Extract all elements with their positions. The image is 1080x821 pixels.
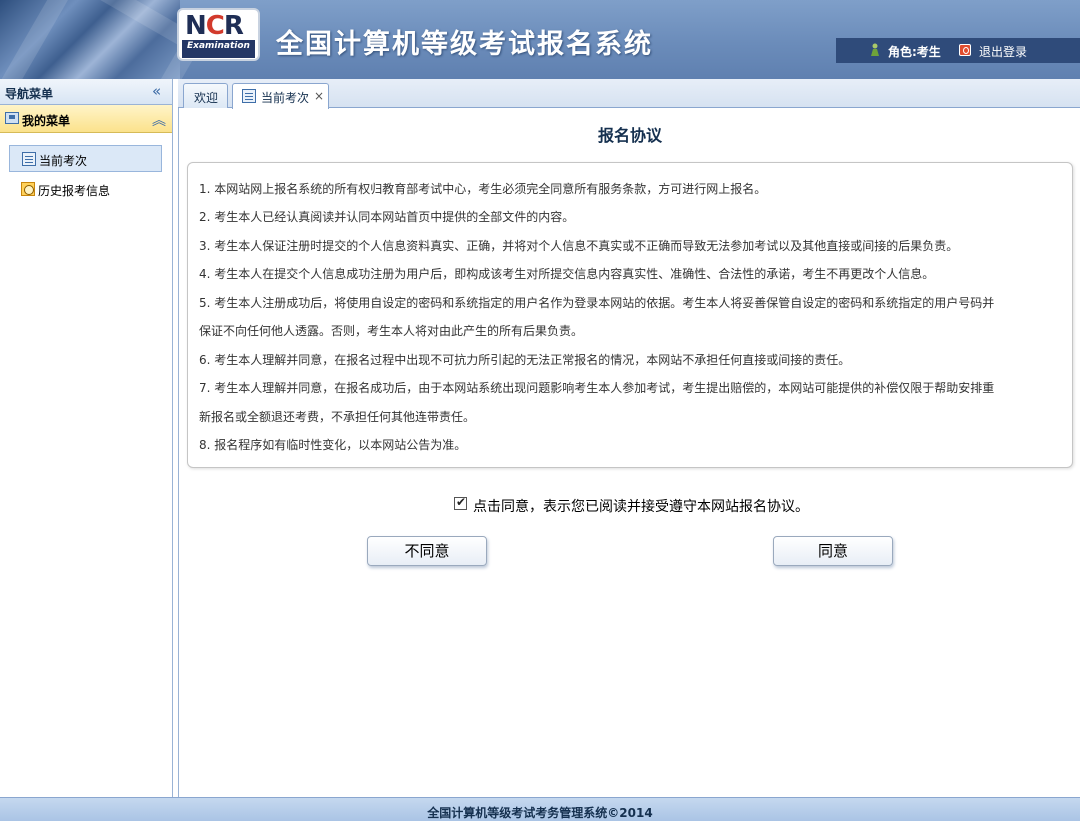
agree-checkbox[interactable]: ✔ bbox=[454, 495, 467, 510]
user-bar: 角色:考生 退出登录 bbox=[836, 38, 1080, 63]
agreement-box: 1. 本网站网上报名系统的所有权归教育部考试中心，考生必须完全同意所有服务条款，… bbox=[187, 162, 1073, 468]
check-icon: ✔ bbox=[456, 495, 467, 509]
system-title: 全国计算机等级考试报名系统 bbox=[276, 29, 653, 60]
tab-label: 欢迎 bbox=[194, 91, 219, 105]
sidebar-item-history[interactable]: 历史报考信息 bbox=[9, 176, 162, 203]
sidebar: 导航菜单 « 我的菜单 ︽ 当前考次 历史报考信息 bbox=[0, 79, 173, 797]
user-role: 角色:考生 bbox=[888, 45, 941, 59]
agreement-line: 5. 考生本人注册成功后，将使用自设定的密码和系统指定的用户名作为登录本网站的依… bbox=[199, 296, 995, 310]
document-icon bbox=[242, 89, 256, 103]
agree-button[interactable]: 同意 bbox=[773, 536, 893, 566]
logo-examination: Examination bbox=[182, 40, 255, 52]
agreement-line: 4. 考生本人在提交个人信息成功注册为用户后，即构成该考生对所提交信息内容真实性… bbox=[199, 267, 935, 281]
logo-subtext bbox=[182, 52, 255, 58]
tab-bar: 欢迎 当前考次 × bbox=[178, 79, 1080, 109]
disagree-button[interactable]: 不同意 bbox=[367, 536, 487, 566]
sidebar-group-my-menu[interactable]: 我的菜单 ︽ bbox=[0, 105, 172, 133]
agreement-line: 7. 考生本人理解并同意，在报名成功后，由于本网站系统出现问题影响考生本人参加考… bbox=[199, 381, 995, 395]
logo-letters: NCR bbox=[185, 11, 244, 41]
agreement-line: 2. 考生本人已经认真阅读并认同本网站首页中提供的全部文件的内容。 bbox=[199, 210, 575, 224]
logout-icon[interactable] bbox=[959, 44, 971, 56]
user-role-icon bbox=[871, 43, 879, 56]
double-chevron-up-icon[interactable]: ︽ bbox=[152, 110, 166, 130]
logout-link[interactable]: 退出登录 bbox=[979, 43, 1027, 60]
agreement-line: 3. 考生本人保证注册时提交的个人信息资料真实、正确，并将对个人信息不真实或不正… bbox=[199, 239, 959, 253]
sidebar-item-current-exam[interactable]: 当前考次 bbox=[9, 145, 162, 172]
agreement-line: 新报名或全额退还考费，不承担任何其他连带责任。 bbox=[199, 410, 476, 424]
agreement-line: 1. 本网站网上报名系统的所有权归教育部考试中心，考生必须完全同意所有服务条款，… bbox=[199, 182, 767, 196]
menu-group-icon bbox=[5, 112, 19, 124]
clock-icon bbox=[21, 182, 35, 196]
tab-current-exam[interactable]: 当前考次 × bbox=[232, 83, 329, 109]
header: NCR Examination 全国计算机等级考试报名系统 角色:考生 退出登录 bbox=[0, 0, 1080, 79]
agreement-line: 8. 报名程序如有临时性变化，以本网站公告为准。 bbox=[199, 438, 467, 452]
document-icon bbox=[22, 152, 36, 166]
double-chevron-left-icon[interactable]: « bbox=[152, 82, 161, 100]
agreement-title: 报名协议 bbox=[597, 126, 662, 145]
sidebar-title: 导航菜单 bbox=[5, 87, 54, 101]
agree-checkbox-label[interactable]: 点击同意，表示您已阅读并接受遵守本网站报名协议。 bbox=[473, 496, 809, 516]
sidebar-item-label: 历史报考信息 bbox=[38, 184, 111, 198]
footer-copyright: 全国计算机等级考试考务管理系统©2014 bbox=[427, 806, 653, 820]
sidebar-group-label: 我的菜单 bbox=[22, 114, 71, 128]
sidebar-header: 导航菜单 « bbox=[0, 79, 172, 105]
tab-welcome[interactable]: 欢迎 bbox=[183, 83, 228, 108]
sidebar-item-label: 当前考次 bbox=[39, 154, 88, 168]
ncre-logo: NCR Examination bbox=[177, 8, 260, 61]
agreement-line: 6. 考生本人理解并同意，在报名过程中出现不可抗力所引起的无法正常报名的情况，本… bbox=[199, 353, 851, 367]
close-icon[interactable]: × bbox=[314, 89, 324, 103]
agreement-line: 保证不向任何他人透露。否则，考生本人将对由此产生的所有后果负责。 bbox=[199, 324, 584, 338]
header-decoration bbox=[0, 0, 180, 79]
tab-label: 当前考次 bbox=[261, 91, 310, 105]
footer: 全国计算机等级考试考务管理系统©2014 bbox=[0, 797, 1080, 821]
